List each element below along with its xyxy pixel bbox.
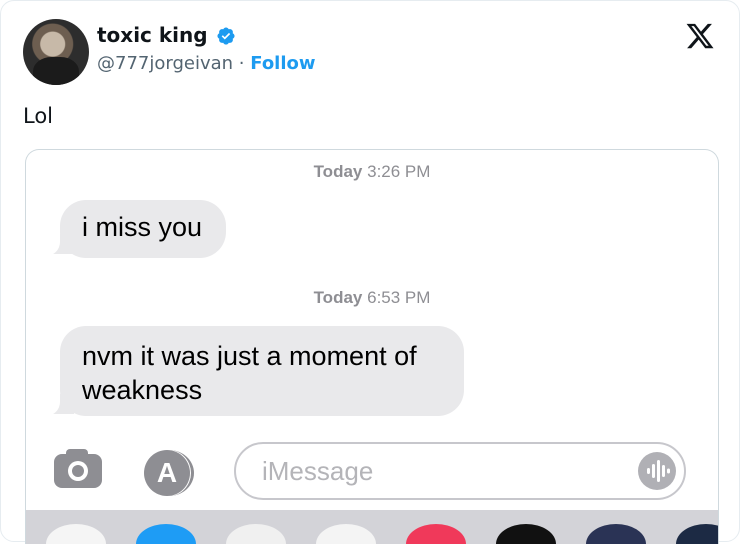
message-bubble: nvm it was just a moment of weakness: [60, 326, 464, 416]
embedded-screenshot[interactable]: Today 3:26 PM i miss you Today 6:53 PM n…: [25, 149, 719, 544]
timestamp-2: Today 6:53 PM: [313, 288, 431, 307]
verified-badge-icon: [217, 27, 235, 45]
x-logo-icon[interactable]: [685, 21, 715, 51]
tweet-card: toxic king @777jorgeivan · Follow Lol To…: [0, 0, 740, 544]
separator: ·: [238, 53, 245, 74]
imessage-input[interactable]: iMessage: [234, 442, 686, 500]
tweet-text: Lol: [23, 104, 54, 128]
message-bubble: i miss you: [60, 200, 226, 258]
camera-icon[interactable]: [54, 449, 102, 488]
follow-button[interactable]: Follow: [250, 53, 315, 74]
app-store-icon[interactable]: A: [144, 450, 190, 496]
avatar[interactable]: [23, 19, 89, 85]
imessage-placeholder: iMessage: [262, 456, 374, 486]
timestamp-1: Today 3:26 PM: [313, 162, 431, 181]
app-drawer: [26, 510, 718, 544]
audio-waveform-icon[interactable]: [638, 452, 676, 490]
handle-row: @777jorgeivan · Follow: [97, 51, 316, 77]
handle[interactable]: @777jorgeivan: [97, 53, 233, 74]
display-name[interactable]: toxic king: [97, 21, 208, 49]
